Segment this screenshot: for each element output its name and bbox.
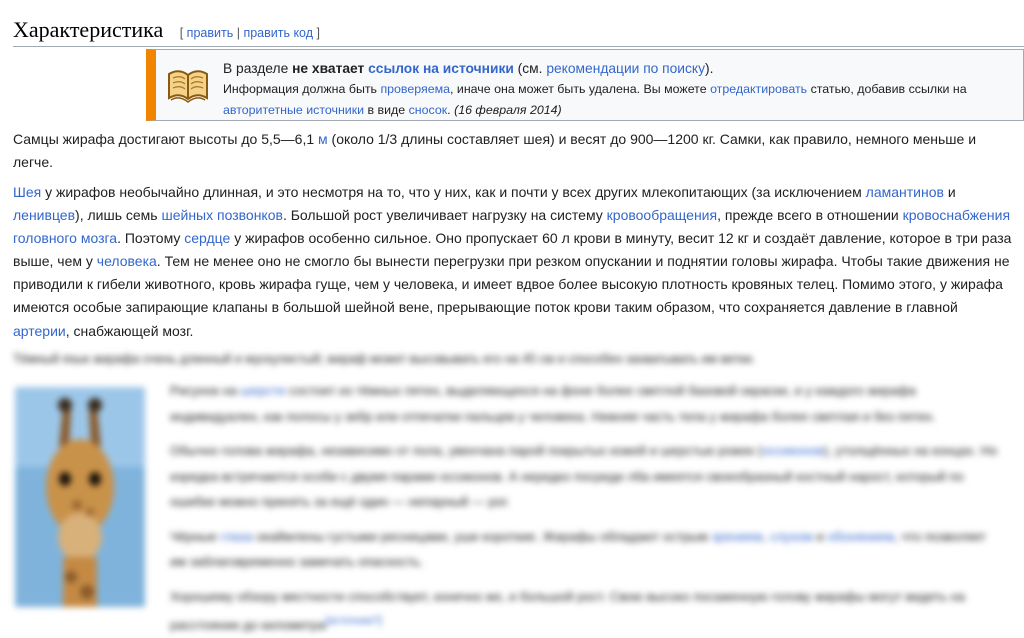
link-artery[interactable]: артерии <box>13 323 66 339</box>
giraffe-photo[interactable] <box>15 387 145 607</box>
paragraph-eyes-blurred: Чёрные глаза окаймлены густыми ресницами… <box>170 528 986 570</box>
edit-code-link[interactable]: править код <box>243 26 313 40</box>
verifiable-link[interactable]: проверяема <box>380 82 450 96</box>
link-vision[interactable]: зрением <box>712 529 763 544</box>
notice-date: (16 февраля 2014) <box>454 103 562 117</box>
authoritative-sources-link[interactable]: авторитетные источники <box>223 103 364 117</box>
link-smell[interactable]: обонянием <box>827 529 894 544</box>
paragraph-ossicones-blurred: Обычно голова жирафа, независимо от пола… <box>170 443 998 509</box>
link-human[interactable]: человека <box>97 253 157 269</box>
open-book-icon <box>165 64 211 104</box>
link-circulation[interactable]: кровообращения <box>607 207 717 223</box>
paragraph-coat-blurred: Рисунок на шерсти состоит из тёмных пяте… <box>170 383 936 424</box>
link-cervical-vertebrae[interactable]: шейных позвонков <box>161 207 282 223</box>
citation-needed-link[interactable]: [источник?] <box>325 615 382 627</box>
link-hearing[interactable]: слухом <box>770 529 813 544</box>
link-eyes[interactable]: глаза <box>221 529 253 544</box>
edit-link[interactable]: править <box>187 26 234 40</box>
footnotes-link[interactable]: сносок <box>409 103 448 117</box>
blurred-paragraphs: Рисунок на шерсти состоит из тёмных пяте… <box>170 378 1000 638</box>
link-sloths[interactable]: ленивцев <box>13 207 75 223</box>
link-heart[interactable]: сердце <box>184 230 230 246</box>
notice-text: В разделе не хватает ссылок на источники… <box>223 61 967 117</box>
edit-article-link[interactable]: отредактировать <box>710 82 807 96</box>
sources-notice-box: В разделе не хватает ссылок на источники… <box>146 49 1024 121</box>
search-recommendations-link[interactable]: рекомендации по поиску <box>546 61 705 76</box>
paragraph-size: Самцы жирафа достигают высоты до 5,5—6,1… <box>13 131 977 171</box>
edit-section-links: [ править | править код ] <box>179 26 320 40</box>
link-meter[interactable]: м <box>318 131 328 147</box>
link-fur[interactable]: шерсти <box>241 383 286 398</box>
section-title: Характеристика <box>13 17 164 42</box>
section-heading: Характеристика [ править | править код ] <box>13 14 1024 47</box>
link-manatees[interactable]: ламантинов <box>866 184 944 200</box>
sources-link[interactable]: ссылок на источники <box>368 61 514 76</box>
paragraph-tongue-blurred: Тёмный язык жирафа очень длинный и муску… <box>13 352 756 366</box>
paragraph-neck: Шея у жирафов необычайно длинная, и это … <box>13 184 1012 339</box>
link-ossicones[interactable]: оссиконов <box>762 443 824 458</box>
link-neck[interactable]: Шея <box>13 184 41 200</box>
paragraph-view-blurred: Хорошему обзору местности способствует, … <box>170 588 965 633</box>
